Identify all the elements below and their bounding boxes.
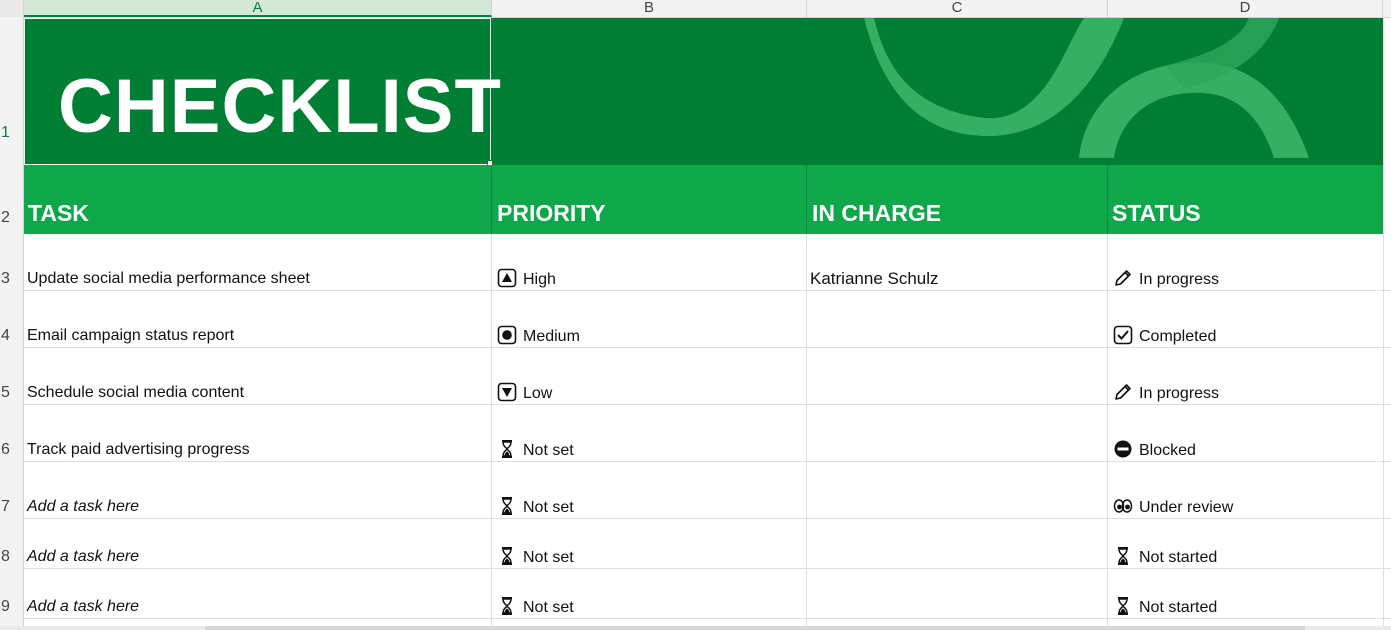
task-cell[interactable]: Email campaign status report (27, 327, 234, 345)
grid-line (1383, 17, 1384, 626)
header-divider (806, 165, 807, 234)
column-header-d[interactable]: D (1108, 0, 1383, 17)
status-cell[interactable]: Not started (1113, 546, 1217, 567)
status-cell[interactable]: Under review (1113, 496, 1233, 517)
triangle-up-box-icon (497, 268, 517, 288)
header-status[interactable]: STATUS (1112, 200, 1201, 227)
eyes-icon (1113, 496, 1133, 516)
header-priority[interactable]: PRIORITY (497, 200, 606, 227)
page-title: CHECKLIST (58, 64, 502, 149)
priority-label: Not set (523, 499, 574, 516)
priority-label: Not set (523, 599, 574, 616)
row-header-4[interactable]: 4 (0, 327, 23, 345)
status-label: Completed (1139, 328, 1217, 345)
grid-line (24, 347, 1391, 348)
hourglass-icon (1113, 596, 1133, 616)
priority-cell[interactable]: Medium (497, 325, 580, 346)
checkbox-icon (1113, 325, 1133, 345)
status-cell[interactable]: In progress (1113, 382, 1219, 403)
select-all-corner[interactable] (0, 0, 24, 17)
priority-cell[interactable]: High (497, 268, 556, 289)
triangle-down-box-icon (497, 382, 517, 402)
priority-cell[interactable]: Not set (497, 596, 574, 617)
row-header-6[interactable]: 6 (0, 441, 23, 459)
grid-line (24, 461, 1391, 462)
row-header-8[interactable]: 8 (0, 548, 23, 566)
status-cell[interactable]: Not started (1113, 596, 1217, 617)
priority-label: Not set (523, 549, 574, 566)
row-header-5[interactable]: 5 (0, 384, 23, 402)
pencil-icon (1113, 382, 1133, 402)
hourglass-icon (497, 439, 517, 459)
column-header-c[interactable]: C (807, 0, 1108, 17)
hourglass-icon (497, 496, 517, 516)
in-charge-cell[interactable]: Katrianne Schulz (810, 269, 939, 289)
status-label: Blocked (1139, 442, 1196, 459)
priority-cell[interactable]: Low (497, 382, 552, 403)
scrollbar-thumb[interactable] (205, 626, 1305, 630)
circle-box-icon (497, 325, 517, 345)
priority-cell[interactable]: Not set (497, 439, 574, 460)
header-in-charge[interactable]: IN CHARGE (812, 200, 941, 227)
pencil-icon (1113, 268, 1133, 288)
task-cell[interactable]: Update social media performance sheet (27, 270, 310, 288)
row-header-1[interactable]: 1 (0, 124, 23, 142)
task-cell[interactable]: Schedule social media content (27, 384, 244, 402)
priority-label: High (523, 271, 556, 288)
header-divider (491, 165, 492, 234)
priority-label: Low (523, 385, 553, 402)
row-header-3[interactable]: 3 (0, 270, 23, 288)
priority-cell[interactable]: Not set (497, 496, 574, 517)
status-label: Not started (1139, 549, 1218, 566)
status-label: In progress (1139, 385, 1220, 402)
no-entry-icon (1113, 439, 1133, 459)
status-label: In progress (1139, 271, 1220, 288)
status-cell[interactable]: Completed (1113, 325, 1216, 346)
grid-line (24, 568, 1391, 569)
column-header-b[interactable]: B (492, 0, 807, 17)
row-header-2[interactable]: 2 (0, 209, 23, 227)
row-header-9[interactable]: 9 (0, 598, 23, 616)
priority-label: Not set (523, 442, 574, 459)
row-header-7[interactable]: 7 (0, 498, 23, 516)
status-cell[interactable]: In progress (1113, 268, 1219, 289)
column-header-a[interactable]: A (24, 0, 492, 17)
priority-cell[interactable]: Not set (497, 546, 574, 567)
status-label: Under review (1139, 499, 1234, 516)
row-header-bar (0, 17, 24, 630)
task-cell[interactable]: Add a task here (27, 598, 139, 616)
task-cell[interactable]: Add a task here (27, 498, 139, 516)
header-task[interactable]: TASK (28, 200, 89, 227)
task-cell[interactable]: Track paid advertising progress (27, 441, 250, 459)
grid-line (24, 618, 1391, 619)
priority-label: Medium (523, 328, 580, 345)
hourglass-icon (497, 596, 517, 616)
hourglass-icon (1113, 546, 1133, 566)
hourglass-icon (497, 546, 517, 566)
status-label: Not started (1139, 599, 1218, 616)
task-cell[interactable]: Add a task here (27, 548, 139, 566)
grid-line (24, 404, 1391, 405)
header-divider (1107, 165, 1108, 234)
status-cell[interactable]: Blocked (1113, 439, 1196, 460)
grid-line (24, 290, 1391, 291)
grid-line (24, 518, 1391, 519)
